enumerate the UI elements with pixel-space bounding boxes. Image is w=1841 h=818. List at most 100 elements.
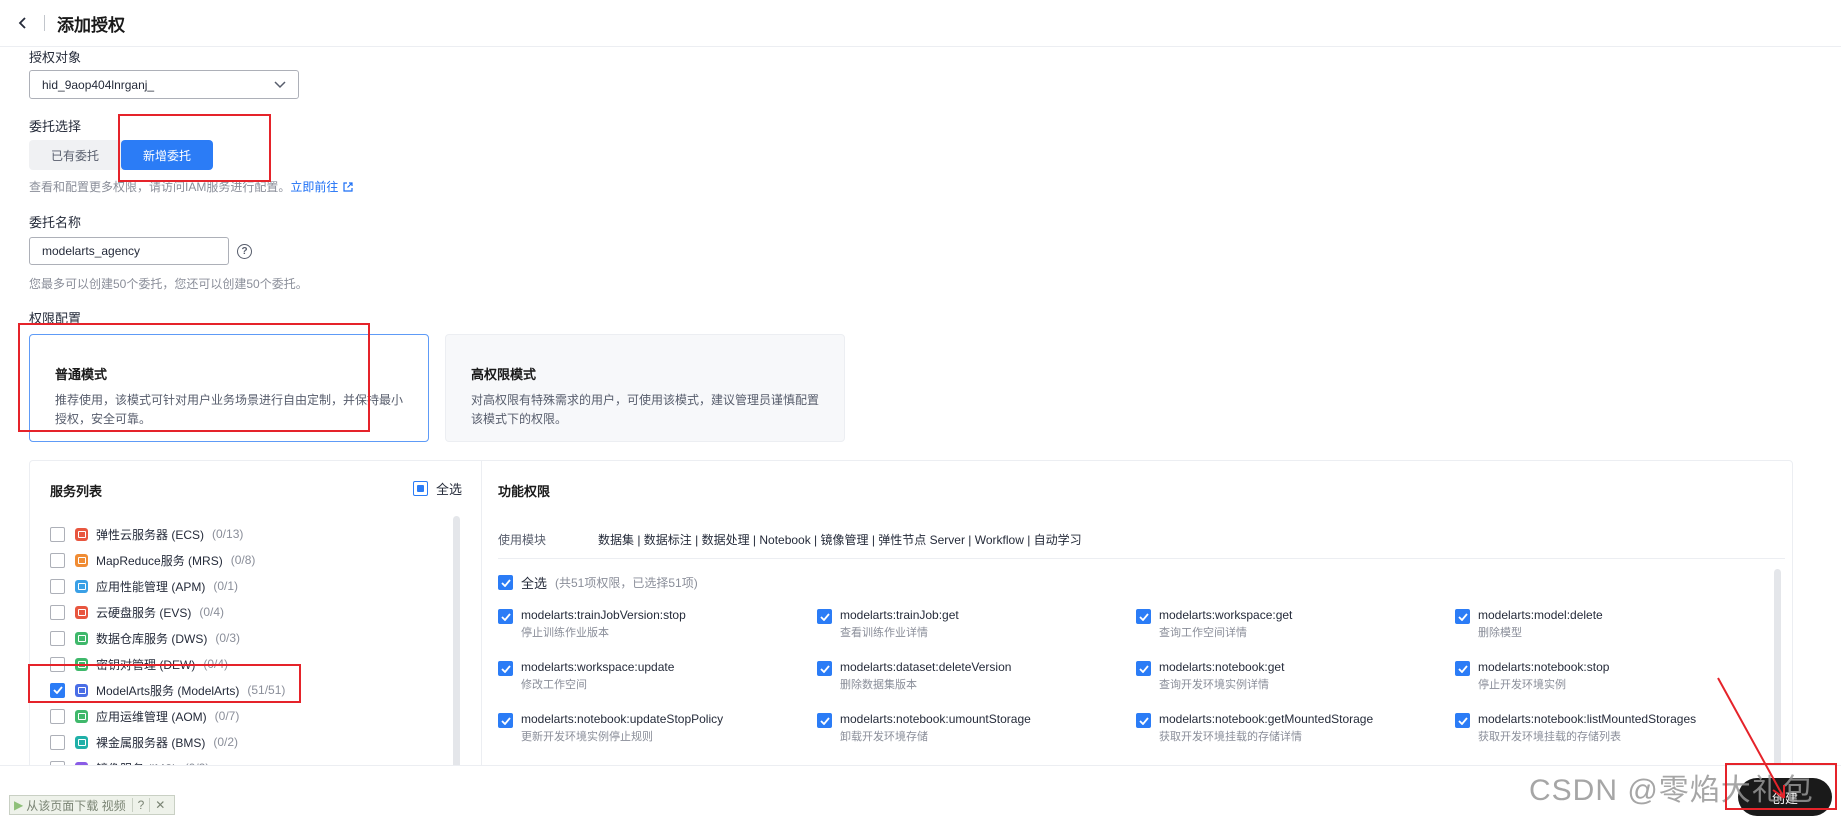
agency-name-input[interactable]: [29, 237, 229, 265]
permission-item[interactable]: modelarts:notebook:stop 停止开发环境实例: [1455, 659, 1774, 711]
permission-item[interactable]: modelarts:dataset:deleteVersion 删除数据集版本: [817, 659, 1136, 711]
service-item[interactable]: 裸金属服务器 (BMS) (0/2): [50, 729, 285, 755]
download-close-icon[interactable]: ✕: [149, 798, 170, 812]
permission-item[interactable]: modelarts:trainJobVersion:stop 停止训练作业版本: [498, 607, 817, 659]
permission-select-all-summary: (共51项权限，已选择51项): [555, 576, 698, 590]
service-checkbox[interactable]: [50, 604, 65, 620]
permission-desc: 停止训练作业版本: [521, 627, 609, 639]
service-list-title: 服务列表: [50, 484, 103, 499]
permission-checkbox[interactable]: [1455, 713, 1470, 728]
permission-item[interactable]: modelarts:notebook:listMountedStorages 获取…: [1455, 711, 1774, 763]
help-icon[interactable]: ?: [237, 244, 252, 259]
permission-desc: 查询开发环境实例详情: [1159, 679, 1269, 691]
permission-checkbox[interactable]: [1136, 661, 1151, 676]
service-item[interactable]: 应用运维管理 (AOM) (0/7): [50, 703, 285, 729]
check-icon: [500, 664, 511, 673]
service-checkbox[interactable]: [50, 656, 65, 672]
download-label[interactable]: 从该页面下载 视频: [26, 797, 131, 814]
external-link-icon[interactable]: [342, 181, 354, 193]
permission-checkbox[interactable]: [498, 713, 513, 728]
service-select-all-label: 全选: [436, 482, 463, 497]
service-name: ModelArts服务 (ModelArts): [96, 683, 240, 698]
service-icon: [75, 735, 88, 749]
high-mode-card[interactable]: 高权限模式 对高权限有特殊需求的用户，可使用该模式，建议管理员谨慎配置该模式下的…: [445, 334, 845, 442]
service-select-all[interactable]: 全选: [413, 479, 462, 498]
permission-checkbox[interactable]: [817, 609, 832, 624]
permission-desc: 停止开发环境实例: [1478, 679, 1566, 691]
permission-desc: 获取开发环境挂载的存储列表: [1478, 731, 1621, 743]
auth-target-select[interactable]: hid_9aop404lnrganj_: [29, 70, 299, 99]
service-icon: [75, 657, 88, 671]
check-icon: [1138, 716, 1149, 725]
service-item[interactable]: 密钥对管理 (DEW) (0/4): [50, 651, 285, 677]
service-count: (0/13): [212, 527, 244, 541]
normal-mode-card[interactable]: 普通模式 推荐使用，该模式可针对用户业务场景进行自由定制，并保持最小授权，安全可…: [29, 334, 429, 442]
permission-item[interactable]: modelarts:notebook:umountStorage 卸载开发环境存储: [817, 711, 1136, 763]
service-item[interactable]: 云硬盘服务 (EVS) (0/4): [50, 599, 285, 625]
permission-item[interactable]: modelarts:workspace:get 查询工作空间详情: [1136, 607, 1455, 659]
service-count: (0/7): [214, 709, 240, 723]
permission-scrollbar[interactable]: [1774, 569, 1781, 769]
service-checkbox[interactable]: [50, 526, 65, 542]
permission-checkbox[interactable]: [498, 609, 513, 624]
service-select-all-checkbox[interactable]: [413, 481, 428, 496]
permission-item[interactable]: modelarts:notebook:getMountedStorage 获取开发…: [1136, 711, 1455, 763]
agency-hint: 查看和配置更多权限，请访问IAM服务进行配置。立即前往: [29, 178, 354, 195]
permission-checkbox[interactable]: [817, 661, 832, 676]
service-item[interactable]: 数据仓库服务 (DWS) (0/3): [50, 625, 285, 651]
permission-checkbox[interactable]: [817, 713, 832, 728]
service-checkbox[interactable]: [50, 734, 65, 750]
check-icon: [819, 664, 830, 673]
service-count: (0/1): [213, 579, 239, 593]
permission-desc: 更新开发环境实例停止规则: [521, 731, 653, 743]
service-checkbox[interactable]: [50, 552, 65, 568]
service-checkbox[interactable]: [50, 682, 65, 698]
service-checkbox[interactable]: [50, 708, 65, 724]
permission-item[interactable]: modelarts:notebook:updateStopPolicy 更新开发环…: [498, 711, 817, 763]
download-help-icon[interactable]: ?: [131, 798, 150, 812]
permission-text: modelarts:notebook:listMountedStorages 获取…: [1478, 711, 1696, 745]
service-list-scrollbar[interactable]: [453, 516, 460, 769]
permission-name: modelarts:model:delete: [1478, 608, 1603, 622]
service-item[interactable]: ModelArts服务 (ModelArts) (51/51): [50, 677, 285, 703]
permission-desc: 修改工作空间: [521, 679, 587, 691]
agency-choice-segment: 已有委托 新增委托: [29, 140, 214, 170]
service-name: 裸金属服务器 (BMS): [96, 735, 206, 750]
auth-target-label: 授权对象: [29, 50, 82, 65]
service-icon: [75, 553, 88, 567]
service-count: (51/51): [247, 683, 286, 697]
permission-box: 全选 (共51项权限，已选择51项) modelarts:trainJobVer…: [498, 558, 1785, 769]
permission-item[interactable]: modelarts:model:delete 删除模型: [1455, 607, 1774, 659]
permission-text: modelarts:notebook:stop 停止开发环境实例: [1478, 659, 1609, 693]
permission-item[interactable]: modelarts:workspace:update 修改工作空间: [498, 659, 817, 711]
permission-checkbox[interactable]: [1455, 609, 1470, 624]
download-bar[interactable]: ▶ 从该页面下载 视频 ? ✕: [9, 795, 176, 815]
permission-checkbox[interactable]: [1455, 661, 1470, 676]
service-item[interactable]: 应用性能管理 (APM) (0/1): [50, 573, 285, 599]
permission-item[interactable]: modelarts:trainJob:get 查看训练作业详情: [817, 607, 1136, 659]
service-item[interactable]: 弹性云服务器 (ECS) (0/13): [50, 521, 285, 547]
permission-name: modelarts:workspace:get: [1159, 608, 1293, 622]
permission-select-all-checkbox[interactable]: [498, 575, 513, 590]
permission-name: modelarts:notebook:get: [1159, 660, 1285, 674]
check-icon: [500, 716, 511, 725]
back-button[interactable]: [12, 12, 34, 34]
check-icon: [52, 686, 63, 694]
go-iam-link[interactable]: 立即前往: [290, 180, 338, 194]
service-count: (0/4): [199, 605, 225, 619]
csdn-watermark: CSDN @零焰大礼包: [1529, 774, 1814, 807]
existing-agency-tab[interactable]: 已有委托: [29, 140, 121, 170]
service-checkbox[interactable]: [50, 630, 65, 646]
permission-select-all[interactable]: 全选 (共51项权限，已选择51项): [498, 573, 698, 592]
permission-checkbox[interactable]: [1136, 609, 1151, 624]
new-agency-tab[interactable]: 新增委托: [121, 140, 214, 170]
service-count: (0/8): [230, 553, 256, 567]
permission-desc: 卸载开发环境存储: [840, 731, 928, 743]
permission-checkbox[interactable]: [1136, 713, 1151, 728]
service-item[interactable]: MapReduce服务 (MRS) (0/8): [50, 547, 285, 573]
permission-checkbox[interactable]: [498, 661, 513, 676]
permission-item[interactable]: modelarts:notebook:get 查询开发环境实例详情: [1136, 659, 1455, 711]
service-checkbox[interactable]: [50, 578, 65, 594]
service-list-panel: 服务列表 全选 弹性云服务器 (ECS) (0/13) MapReduce服务 (M…: [30, 461, 482, 769]
check-icon: [819, 716, 830, 725]
